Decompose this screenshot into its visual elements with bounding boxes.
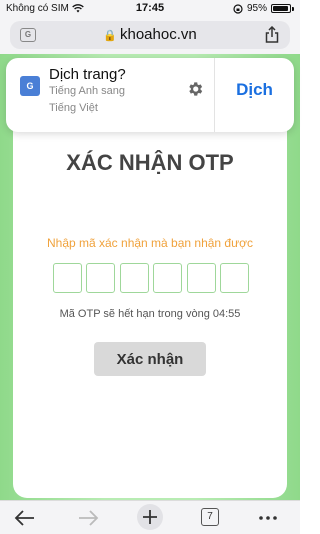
battery-percent: 95%: [246, 3, 267, 14]
translate-title: Dịch trang?: [49, 66, 126, 83]
url-display[interactable]: 🔒 khoahoc.vn: [10, 26, 290, 43]
otp-prompt: Nhập mã xác nhận mà bạn nhận được: [46, 236, 254, 250]
translate-popup: G Dịch trang? Tiếng Anh sang Tiếng Việt …: [6, 58, 294, 132]
translate-from-to-line2: Tiếng Việt: [49, 102, 98, 114]
new-tab-button[interactable]: [137, 504, 163, 530]
share-icon[interactable]: [264, 26, 280, 44]
more-menu-icon[interactable]: [256, 507, 280, 529]
plus-icon: [143, 510, 157, 524]
forward-arrow-icon[interactable]: [76, 507, 100, 529]
otp-digit-input[interactable]: [153, 263, 183, 293]
battery-fill: [273, 6, 289, 11]
tab-switcher-button[interactable]: 7: [201, 508, 219, 526]
back-arrow-icon[interactable]: [13, 507, 37, 529]
otp-digit-input[interactable]: [186, 263, 216, 293]
page-title: XÁC NHẬN OTP: [66, 150, 234, 175]
otp-digit-input[interactable]: [219, 263, 249, 293]
confirm-button[interactable]: Xác nhận: [94, 342, 206, 376]
status-right: 95%: [233, 3, 294, 14]
url-text: khoahoc.vn: [119, 26, 197, 43]
lock-icon: 🔒: [103, 30, 117, 42]
orientation-lock-icon: [233, 3, 243, 14]
translate-button[interactable]: Dịch: [215, 80, 294, 100]
translate-from-to-line1: Tiếng Anh sang: [49, 85, 126, 97]
otp-digit-input[interactable]: [119, 263, 149, 293]
otp-expire-text: Mã OTP sẽ hết hạn trong vòng 04:55: [59, 308, 241, 320]
status-bar: Không có SIM 17:45 95%: [0, 0, 300, 18]
google-translate-icon: G: [20, 76, 40, 96]
bottom-toolbar: 7: [0, 500, 300, 534]
address-bar[interactable]: G 🔒 khoahoc.vn: [10, 21, 290, 49]
address-area: G 🔒 khoahoc.vn: [0, 18, 300, 54]
otp-input-group: [53, 263, 249, 293]
battery-icon: [271, 4, 291, 13]
otp-digit-input[interactable]: [53, 263, 82, 293]
otp-digit-input[interactable]: [86, 263, 116, 293]
battery-cap: [292, 6, 294, 11]
gear-icon[interactable]: [186, 80, 204, 98]
